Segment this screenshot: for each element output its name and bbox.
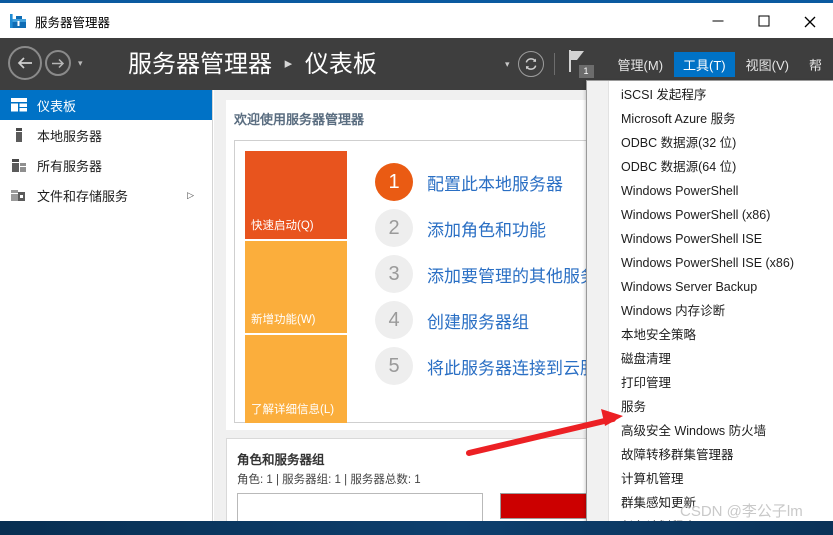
tools-menu-item[interactable]: 本地安全策略 [609, 323, 833, 347]
tile-learn-more[interactable]: 了解详细信息(L) [245, 335, 347, 423]
sidebar: 仪表板 本地服务器 所有服务器 文件和存储服务 ▷ [0, 90, 213, 535]
minimize-button[interactable] [695, 3, 741, 38]
role-tile-placeholder[interactable] [237, 493, 483, 523]
history-caret-icon[interactable]: ▾ [78, 58, 83, 69]
sidebar-item-all-servers[interactable]: 所有服务器 [0, 150, 212, 180]
server-tower-icon [10, 126, 28, 144]
step-label[interactable]: 添加角色和功能 [427, 216, 546, 241]
tile-whats-new[interactable]: 新增功能(W) [245, 241, 347, 333]
tools-menu-item[interactable]: 高级安全 Windows 防火墙 [609, 419, 833, 443]
tile-quick-start[interactable]: 快速启动(Q) [245, 151, 347, 239]
sidebar-item-file-storage-services[interactable]: 文件和存储服务 ▷ [0, 180, 212, 210]
tools-menu-item[interactable]: ODBC 数据源(64 位) [609, 155, 833, 179]
forward-button[interactable] [45, 50, 71, 76]
tools-menu-item[interactable]: 计算机管理 [609, 467, 833, 491]
step-number: 3 [375, 255, 413, 293]
title-bar-left: 服务器管理器 [10, 12, 110, 31]
tools-menu-item[interactable]: Windows PowerShell [609, 179, 833, 203]
tools-menu-item[interactable]: 打印管理 [609, 371, 833, 395]
step-row[interactable]: 5 将此服务器连接到云服务 [375, 343, 614, 389]
step-number: 4 [375, 301, 413, 339]
tile-label: 新增功能(W) [251, 314, 316, 326]
refresh-icon [525, 58, 536, 70]
chevron-right-icon[interactable]: ▷ [187, 190, 194, 201]
tools-dropdown-menu: iSCSI 发起程序 Microsoft Azure 服务 ODBC 数据源(3… [586, 80, 833, 535]
server-manager-window: 服务器管理器 ▾ 服务器管理器 ▸ 仪表板 ▾ 1 管理(M) 工具(T) 视图… [0, 0, 833, 535]
back-button[interactable] [8, 46, 42, 80]
sidebar-item-label: 本地服务器 [37, 128, 103, 144]
tools-menu-item[interactable]: Windows 内存诊断 [609, 299, 833, 323]
sidebar-item-label: 仪表板 [37, 98, 77, 114]
tools-menu-item[interactable]: ODBC 数据源(32 位) [609, 131, 833, 155]
refresh-button[interactable] [517, 51, 544, 77]
window-controls [695, 3, 833, 38]
tools-menu-item[interactable]: 磁盘清理 [609, 347, 833, 371]
notifications-button[interactable]: 1 [567, 48, 597, 80]
breadcrumb: 服务器管理器 ▸ 仪表板 [128, 44, 377, 79]
taskbar [0, 521, 833, 535]
title-bar: 服务器管理器 [0, 0, 833, 38]
navigation-controls: ▾ [8, 46, 83, 80]
sidebar-item-label: 所有服务器 [37, 158, 103, 174]
sidebar-item-label: 文件和存储服务 [37, 188, 129, 204]
step-number: 2 [375, 209, 413, 247]
step-row[interactable]: 4 创建服务器组 [375, 297, 614, 343]
servers-stack-icon [10, 156, 28, 174]
step-row[interactable]: 1 配置此本地服务器 [375, 159, 614, 205]
step-number: 1 [375, 163, 413, 201]
tools-menu-item[interactable]: Windows PowerShell (x86) [609, 203, 833, 227]
window-title: 服务器管理器 [35, 16, 111, 30]
tools-menu-item[interactable]: 服务 [609, 395, 833, 419]
menu-tools[interactable]: 工具(T) [674, 51, 735, 77]
step-row[interactable]: 2 添加角色和功能 [375, 205, 614, 251]
tile-label: 快速启动(Q) [251, 220, 314, 232]
menu-view[interactable]: 视图(V) [737, 52, 798, 77]
tools-menu-item-failover-cluster-manager[interactable]: 故障转移群集管理器 [609, 443, 833, 467]
breadcrumb-current: 仪表板 [304, 51, 377, 78]
close-button[interactable] [787, 3, 833, 38]
tools-menu-item[interactable]: Windows PowerShell ISE [609, 227, 833, 251]
maximize-button[interactable] [741, 3, 787, 38]
menu-manage[interactable]: 管理(M) [609, 52, 673, 77]
breadcrumb-separator-icon: ▸ [284, 55, 293, 72]
menu-gutter [587, 81, 609, 534]
tiles-column: 快速启动(Q) 新增功能(W) 了解详细信息(L) [245, 151, 347, 425]
step-label[interactable]: 创建服务器组 [427, 308, 529, 333]
dashboard-grid-icon [10, 96, 28, 114]
file-storage-icon [10, 186, 28, 204]
sidebar-item-local-server[interactable]: 本地服务器 [0, 120, 212, 150]
tools-menu-item[interactable]: Windows Server Backup [609, 275, 833, 299]
tools-menu-item[interactable]: iSCSI 发起程序 [609, 83, 833, 107]
step-label[interactable]: 配置此本地服务器 [427, 170, 563, 195]
breadcrumb-root[interactable]: 服务器管理器 [128, 51, 272, 78]
quick-start-steps: 1 配置此本地服务器 2 添加角色和功能 3 添加要管理的其他服务器 4 创建服… [375, 159, 614, 389]
toolbox-icon [10, 13, 27, 30]
step-row[interactable]: 3 添加要管理的其他服务器 [375, 251, 614, 297]
overflow-caret-icon[interactable]: ▾ [505, 59, 510, 70]
sidebar-item-dashboard[interactable]: 仪表板 [0, 90, 212, 120]
watermark: CSDN @李公子lm [680, 503, 803, 520]
tools-menu-item[interactable]: Microsoft Azure 服务 [609, 107, 833, 131]
close-icon [804, 15, 816, 27]
tools-menu-item[interactable]: Windows PowerShell ISE (x86) [609, 251, 833, 275]
menu-help[interactable]: 帮 [800, 52, 831, 77]
tools-menu-list: iSCSI 发起程序 Microsoft Azure 服务 ODBC 数据源(3… [609, 83, 833, 535]
tile-label: 了解详细信息(L) [251, 404, 335, 416]
toolbar-divider [553, 53, 555, 75]
step-number: 5 [375, 347, 413, 385]
notification-badge: 1 [578, 65, 594, 78]
